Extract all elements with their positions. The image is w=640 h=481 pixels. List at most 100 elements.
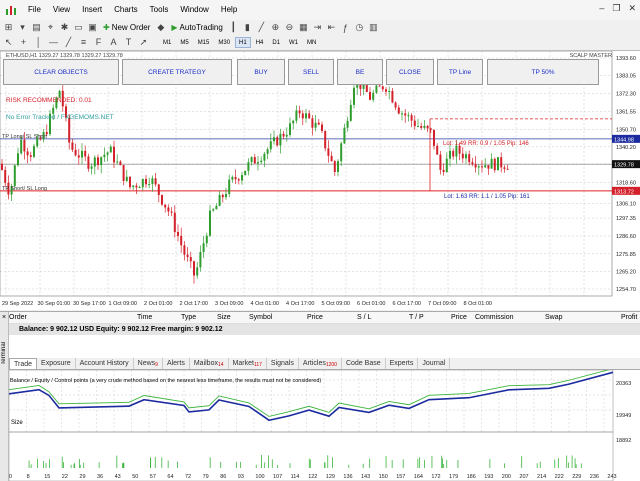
tab-mailbox[interactable]: Mailbox14 — [190, 358, 229, 369]
tab-alerts[interactable]: Alerts — [163, 358, 190, 369]
time-tick-label: 6 Oct 17:00 — [393, 301, 421, 307]
candle-body — [493, 158, 496, 171]
menu-file[interactable]: File — [22, 0, 47, 20]
metaeditor-icon[interactable]: ◆ — [155, 22, 166, 33]
eq-y-label: 18892 — [616, 438, 631, 444]
line-chart-icon[interactable]: ╱ — [256, 22, 267, 33]
col-time-1[interactable]: Time — [137, 314, 152, 321]
tab-news[interactable]: News9 — [134, 358, 163, 369]
menu-charts[interactable]: Charts — [108, 0, 144, 20]
indicators-icon[interactable]: ƒ — [340, 22, 351, 33]
timeframe-w1[interactable]: W1 — [285, 37, 302, 48]
menu-help[interactable]: Help — [215, 0, 243, 20]
crosshair-icon[interactable]: + — [18, 37, 29, 48]
cursor-icon[interactable]: ↖ — [3, 37, 14, 48]
menu-view[interactable]: View — [47, 0, 76, 20]
col-size-3[interactable]: Size — [217, 314, 231, 321]
profiles-icon[interactable]: ▾ — [17, 22, 28, 33]
text-icon[interactable]: A — [108, 37, 119, 48]
close-terminal-icon[interactable]: × — [0, 314, 8, 321]
clear-objects-button[interactable]: CLEAR OBJECTS — [3, 59, 119, 85]
timeframe-m5[interactable]: M5 — [176, 37, 192, 48]
close-button[interactable]: CLOSE — [386, 59, 434, 85]
chart-shift-icon[interactable]: ⇤ — [326, 22, 337, 33]
tab-account-history[interactable]: Account History — [76, 358, 134, 369]
timeframe-m15[interactable]: M15 — [194, 37, 214, 48]
zoom-out-icon[interactable]: ⊖ — [284, 22, 295, 33]
vertical-line-icon[interactable]: │ — [33, 37, 44, 48]
candle-body — [490, 158, 493, 169]
autotrading-button[interactable]: ▶ AutoTrading — [169, 21, 224, 34]
tab-signals[interactable]: Signals — [267, 358, 299, 369]
menu-window[interactable]: Window — [174, 0, 214, 20]
trendline-icon[interactable]: ╱ — [63, 37, 74, 48]
bar-chart-icon[interactable]: ┃ — [228, 22, 239, 33]
price-chart[interactable]: 1393.60 1383.05 1372.30 1361.55 1350.70 1340.… — [0, 50, 640, 310]
minimize-icon[interactable]: – — [599, 3, 604, 14]
close-icon[interactable]: ✕ — [628, 3, 636, 14]
col-order-0[interactable]: Order — [9, 314, 27, 321]
create-strategy-button[interactable]: CREATE TRATEGY — [122, 59, 232, 85]
col-swap-10[interactable]: Swap — [545, 314, 563, 321]
tab-experts[interactable]: Experts — [386, 358, 419, 369]
label-icon[interactable]: T — [123, 37, 134, 48]
candle-body — [282, 133, 285, 137]
tab-market[interactable]: Market117 — [229, 358, 267, 369]
timeframe-h4[interactable]: H4 — [252, 37, 268, 48]
tab-trade[interactable]: Trade — [9, 358, 38, 369]
restore-icon[interactable]: ❐ — [612, 3, 620, 14]
buy-button[interactable]: BUY — [237, 59, 285, 85]
arrow-icon[interactable]: ➚ — [138, 37, 149, 48]
tab-label: Mailbox — [193, 360, 218, 367]
col-commission-9[interactable]: Commission — [475, 314, 514, 321]
timeframe-m1[interactable]: M1 — [159, 37, 175, 48]
tab-exposure[interactable]: Exposure — [37, 358, 76, 369]
timeframe-d1[interactable]: D1 — [268, 37, 284, 48]
tile-windows-icon[interactable]: ▦ — [298, 22, 309, 33]
col-tp-7[interactable]: T / P — [409, 314, 424, 321]
market-watch-icon[interactable]: ▤ — [31, 22, 42, 33]
tab-journal[interactable]: Journal — [418, 358, 451, 369]
candle-body — [260, 160, 263, 163]
candle-body — [330, 155, 333, 162]
candle-body — [81, 150, 83, 158]
channel-icon[interactable]: ≡ — [78, 37, 89, 48]
col-sl-6[interactable]: S / L — [357, 314, 371, 321]
tab-badge: 1200 — [325, 362, 337, 368]
col-type-2[interactable]: Type — [181, 314, 196, 321]
menu-insert[interactable]: Insert — [76, 0, 108, 20]
sell-button[interactable]: SELL — [288, 59, 334, 85]
timeframe-h1[interactable]: H1 — [235, 36, 251, 48]
col-symbol-4[interactable]: Symbol — [249, 314, 272, 321]
horizontal-line-icon[interactable]: — — [48, 37, 59, 48]
tab-label: Journal — [422, 360, 446, 367]
periods-icon[interactable]: ◷ — [354, 22, 365, 33]
candle-body — [202, 243, 205, 252]
col-price-5[interactable]: Price — [307, 314, 323, 321]
col-price-8[interactable]: Price — [451, 314, 467, 321]
col-profit-11[interactable]: Profit — [621, 314, 637, 321]
templates-icon[interactable]: ▥ — [368, 22, 379, 33]
breakeven-button[interactable]: BE — [337, 59, 383, 85]
menu-tools[interactable]: Tools — [144, 0, 175, 20]
strategy-tester-icon[interactable]: ▣ — [87, 22, 98, 33]
new-chart-icon[interactable]: ⊞ — [3, 22, 14, 33]
timeframe-m30[interactable]: M30 — [214, 37, 234, 48]
price-tick-label: 1306.10 — [616, 202, 636, 208]
new-order-button[interactable]: ✚ New Order — [101, 21, 152, 34]
tp-line-button[interactable]: TP Line — [437, 59, 483, 85]
tp-50-button[interactable]: TP 50% — [487, 59, 599, 85]
terminal-icon[interactable]: ▭ — [73, 22, 84, 33]
candle-body — [151, 178, 154, 185]
zoom-in-icon[interactable]: ⊕ — [270, 22, 281, 33]
autoscroll-icon[interactable]: ⇥ — [312, 22, 323, 33]
navigator-icon[interactable]: ✱ — [59, 22, 70, 33]
fibonacci-icon[interactable]: F — [93, 37, 104, 48]
candlestick-icon[interactable]: ▮ — [242, 22, 253, 33]
tab-articles[interactable]: Articles1200 — [299, 358, 342, 369]
data-window-icon[interactable]: ⌖ — [45, 22, 56, 33]
lot-lower-label: Lot: 1.63 RR: 1.1 / 1.05 Pip: 161 — [444, 194, 530, 200]
timeframe-mn[interactable]: MN — [303, 37, 320, 48]
price-tick-label: 1393.60 — [616, 56, 636, 62]
tab-code-base[interactable]: Code Base — [342, 358, 386, 369]
